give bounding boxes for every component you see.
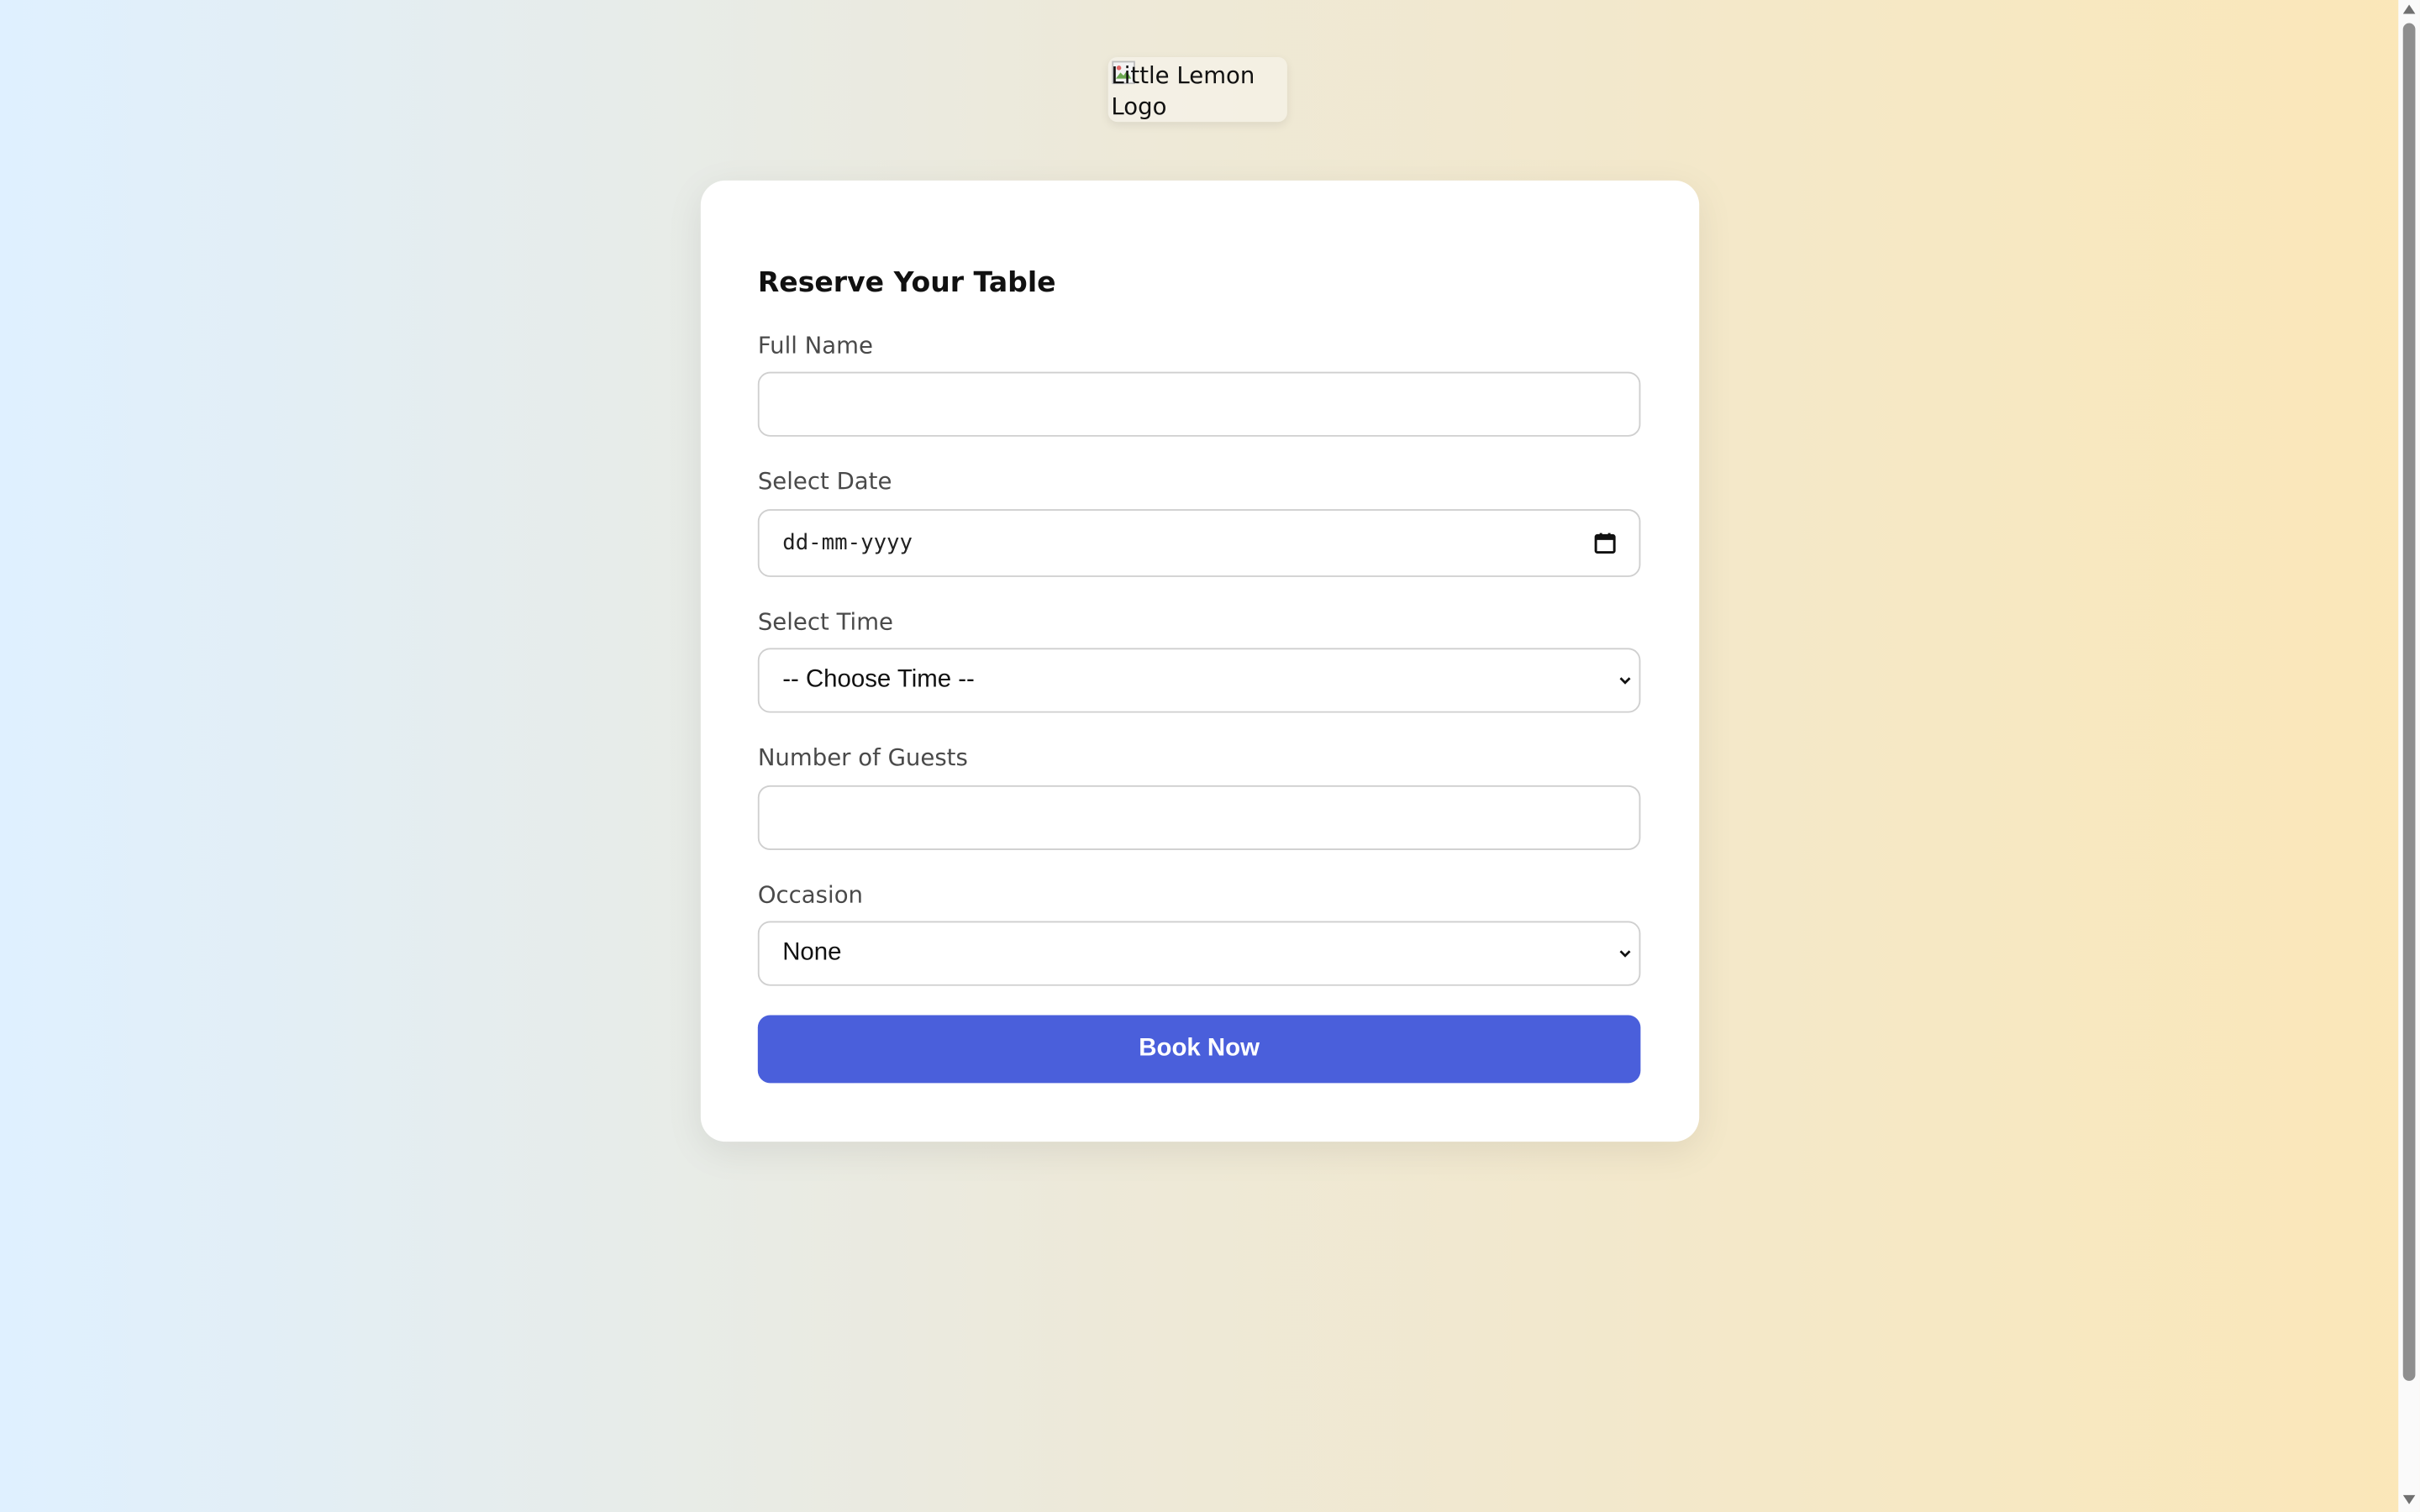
chevron-down-icon — [1619, 950, 1631, 958]
date-label: Select Date — [757, 467, 892, 496]
scroll-down-icon[interactable] — [2402, 1494, 2416, 1504]
page: Little Lemon Logo Reserve Your Table Ful… — [0, 0, 2420, 1512]
occasion-select[interactable]: None — [757, 921, 1641, 986]
form-title: Reserve Your Table — [757, 266, 1056, 300]
guests-label: Number of Guests — [757, 743, 968, 772]
time-selected-value: -- Choose Time -- — [782, 666, 975, 693]
occasion-label: Occasion — [757, 880, 864, 909]
full-name-label: Full Name — [757, 331, 873, 360]
chevron-down-icon — [1619, 677, 1631, 685]
date-placeholder: dd-mm-yyyy — [782, 530, 913, 556]
guests-input[interactable] — [757, 785, 1641, 851]
calendar-icon[interactable] — [1594, 533, 1616, 554]
time-label: Select Time — [757, 607, 894, 636]
date-input[interactable]: dd-mm-yyyy — [757, 509, 1641, 577]
logo: Little Lemon Logo — [1107, 56, 1287, 123]
reservation-card: Reserve Your Table Full Name Select Date… — [700, 180, 1700, 1142]
vertical-scrollbar[interactable] — [2398, 0, 2420, 1512]
book-now-button[interactable]: Book Now — [757, 1015, 1641, 1084]
scrollbar-thumb[interactable] — [2402, 23, 2416, 1381]
time-select[interactable]: -- Choose Time -- — [757, 648, 1641, 713]
logo-alt-text: Little Lemon Logo — [1111, 61, 1255, 121]
occasion-selected-value: None — [782, 939, 842, 966]
full-name-input[interactable] — [757, 371, 1641, 437]
scroll-up-icon[interactable] — [2402, 4, 2416, 14]
